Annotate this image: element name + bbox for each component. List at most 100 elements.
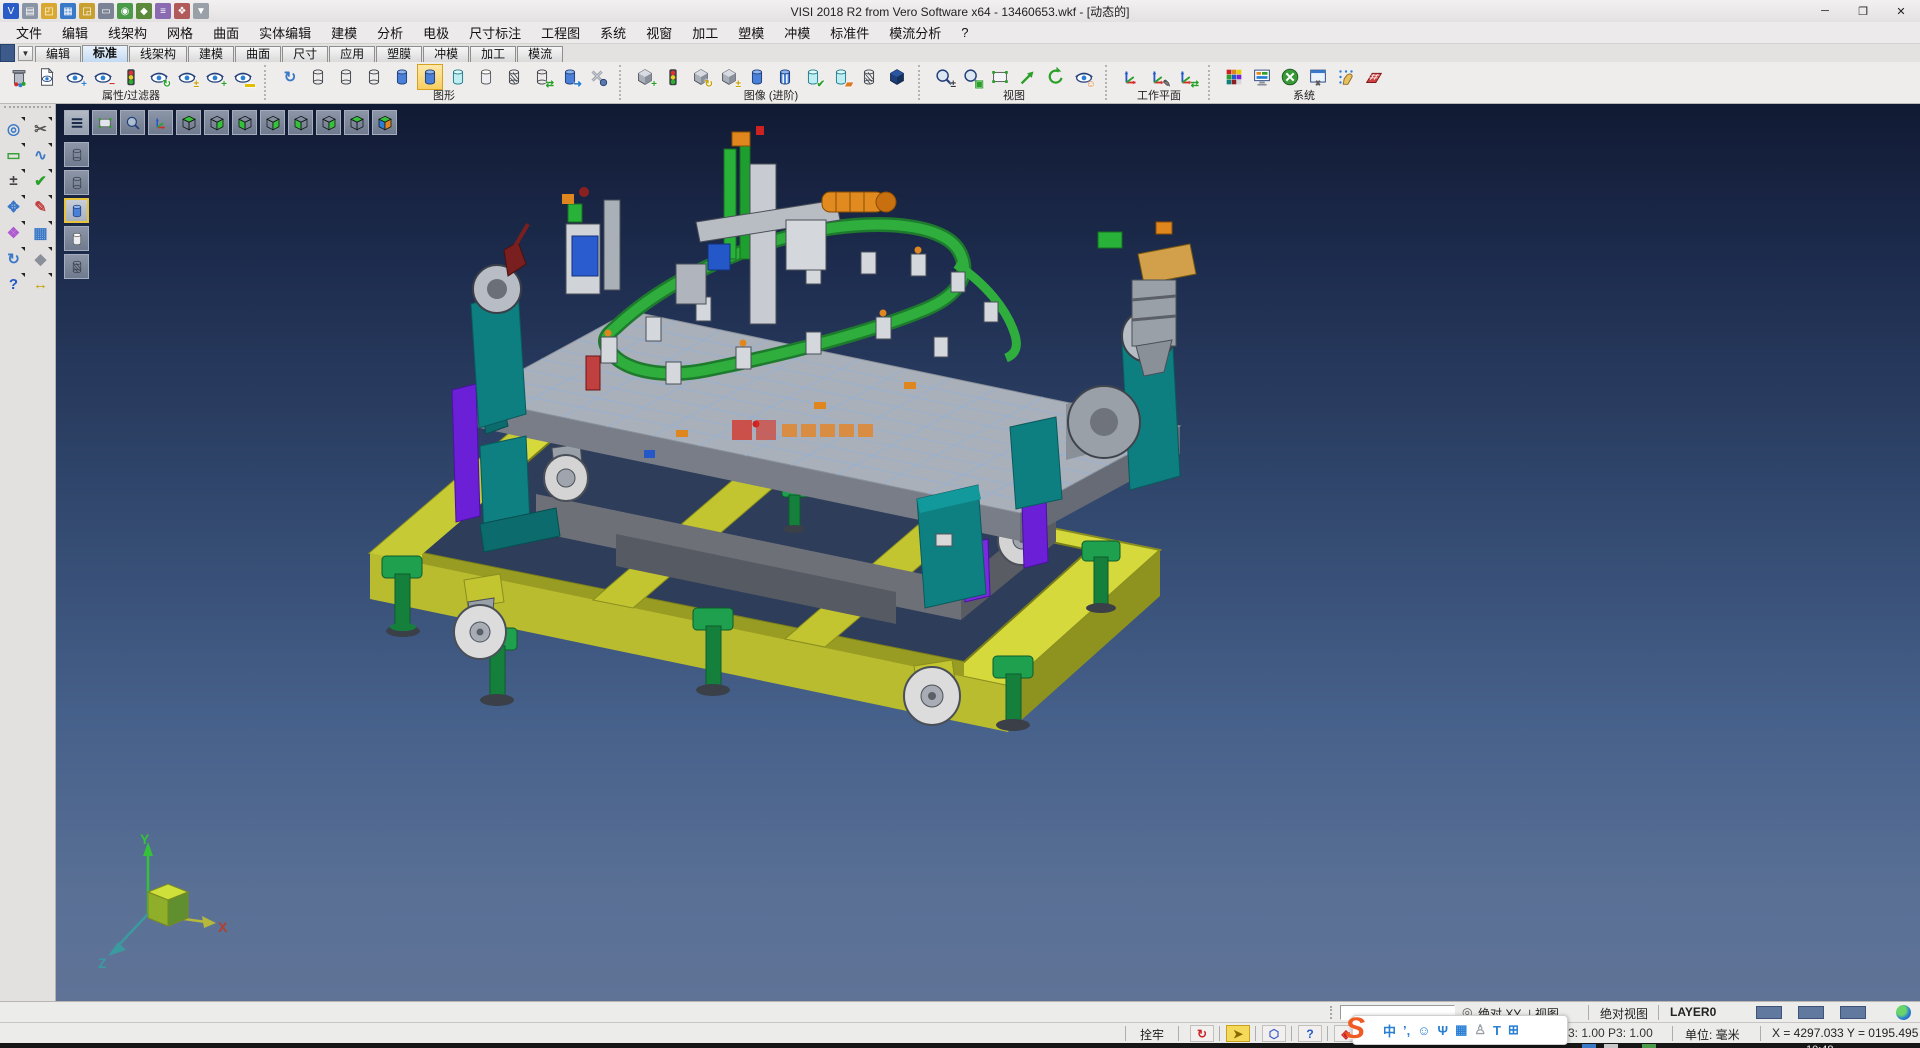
menu-模流分析[interactable]: 模流分析 xyxy=(879,21,951,44)
view-top-button[interactable] xyxy=(344,110,369,135)
minimize-button[interactable]: ─ xyxy=(1806,0,1844,22)
mode-hidden-line-button[interactable] xyxy=(64,170,89,195)
hide-entities-icon[interactable]: ▬ xyxy=(230,64,256,90)
snap-cursor-icon[interactable]: ➤ xyxy=(1226,1025,1250,1042)
mode-hatched-button[interactable] xyxy=(64,254,89,279)
tab-加工[interactable]: 加工 xyxy=(470,46,516,62)
flat-shaded-icon[interactable] xyxy=(473,64,499,90)
workplane-align-icon[interactable]: ⇄ xyxy=(1174,64,1200,90)
shaded-icon[interactable] xyxy=(389,64,415,90)
axes-view-button[interactable] xyxy=(148,110,173,135)
viewport-canvas[interactable]: Y X Z xyxy=(56,104,1920,1001)
maximize-button[interactable]: ❐ xyxy=(1844,0,1882,22)
view-mode-label[interactable]: 绝对视图 xyxy=(1600,1005,1648,1022)
menu-建模[interactable]: 建模 xyxy=(321,21,367,44)
snap-help-icon[interactable]: ? xyxy=(1298,1025,1322,1042)
menu-标准件[interactable]: 标准件 xyxy=(820,21,879,44)
taskbar-icon[interactable] xyxy=(1642,1044,1656,1048)
shade-traffic-icon[interactable] xyxy=(660,64,686,90)
grid-snap-icon[interactable] xyxy=(1333,64,1359,90)
confirm-check-icon[interactable]: ✔ xyxy=(28,168,53,193)
menu-电极[interactable]: 电极 xyxy=(413,21,459,44)
wireframe-icon[interactable] xyxy=(305,64,331,90)
display-monitor-icon[interactable] xyxy=(1249,64,1275,90)
tab-冲模[interactable]: 冲模 xyxy=(423,46,469,62)
snap-recycle-icon[interactable]: ↻ xyxy=(1190,1025,1214,1042)
regenerate-icon[interactable]: ↻ xyxy=(1,246,26,271)
open-folder-icon[interactable]: ◰ xyxy=(41,3,57,19)
view-menu-button[interactable] xyxy=(64,110,89,135)
menu-塑模[interactable]: 塑模 xyxy=(728,21,774,44)
tab-模流[interactable]: 模流 xyxy=(517,46,563,62)
delete-attributes-icon[interactable] xyxy=(6,64,32,90)
menu-实体编辑[interactable]: 实体编辑 xyxy=(249,21,321,44)
tab-标准[interactable]: 标准 xyxy=(82,45,128,62)
new-document-icon[interactable]: ▤ xyxy=(22,3,38,19)
mode-wireframe-button[interactable] xyxy=(64,142,89,167)
trim-cut-icon[interactable]: ✂ xyxy=(28,116,53,141)
color-swatch-2[interactable] xyxy=(1798,1006,1824,1019)
viewport-layout-icon[interactable]: ▦ xyxy=(28,220,53,245)
quick-wire-icon[interactable] xyxy=(361,64,387,90)
ime-toolbox-icon[interactable]: ⊞ xyxy=(1508,1022,1519,1038)
toolbar-grip[interactable] xyxy=(4,106,51,114)
pan-view-icon[interactable] xyxy=(1015,64,1041,90)
save-icon[interactable]: ▦ xyxy=(60,3,76,19)
view-front-button[interactable] xyxy=(316,110,341,135)
app-logo-icon[interactable]: V xyxy=(3,3,19,19)
ime-toolbar-popup[interactable]: S 中’,☺Ψ▦♙T⊞ xyxy=(1352,1015,1568,1045)
color-palette-icon[interactable] xyxy=(1221,64,1247,90)
color-swatch-1[interactable] xyxy=(1756,1006,1782,1019)
solid-blue-icon[interactable] xyxy=(744,64,770,90)
tab-编辑[interactable]: 编辑 xyxy=(35,46,81,62)
tab-尺寸[interactable]: 尺寸 xyxy=(282,46,328,62)
view-iso-button[interactable] xyxy=(176,110,201,135)
taskbar-icon[interactable] xyxy=(1604,1044,1618,1048)
mode-shaded-edges-button[interactable] xyxy=(64,226,89,251)
show-entities-icon[interactable]: + xyxy=(202,64,228,90)
snap-box-icon[interactable]: ⬡ xyxy=(1262,1025,1286,1042)
taskbar-icon[interactable] xyxy=(1582,1044,1596,1048)
flag-solid-icon[interactable]: ▰ xyxy=(828,64,854,90)
layer-label[interactable]: LAYER0 xyxy=(1670,1005,1716,1019)
view-back-button[interactable] xyxy=(232,110,257,135)
menu-尺寸标注[interactable]: 尺寸标注 xyxy=(459,21,531,44)
rotate-view-icon[interactable] xyxy=(1043,64,1069,90)
apply-display-icon[interactable]: ➜ xyxy=(557,64,583,90)
menu-加工[interactable]: 加工 xyxy=(682,21,728,44)
layers-icon[interactable]: ≡ xyxy=(155,3,171,19)
striped-solid-icon[interactable] xyxy=(772,64,798,90)
status-grip[interactable] xyxy=(1330,1006,1332,1019)
color-swatch-3[interactable] xyxy=(1840,1006,1866,1019)
help-icon[interactable]: ? xyxy=(1,272,26,297)
close-button[interactable]: ✕ xyxy=(1882,0,1920,22)
sketch-curve-icon[interactable]: ✎ xyxy=(28,194,53,219)
view-bottom-button[interactable] xyxy=(204,110,229,135)
filter-remove-icon[interactable]: − xyxy=(90,64,116,90)
zoom-orbit-icon[interactable]: ◎ xyxy=(1,116,26,141)
zoom-scale-icon[interactable]: ± xyxy=(1,168,26,193)
zoom-inout-icon[interactable]: ± xyxy=(931,64,957,90)
cube-icon[interactable]: ◆ xyxy=(136,3,152,19)
menu-文件[interactable]: 文件 xyxy=(6,21,52,44)
ime-apostrophe-icon[interactable]: ’, xyxy=(1403,1023,1410,1038)
workplane-set-icon[interactable] xyxy=(1118,64,1144,90)
ime-person-icon[interactable]: ♙ xyxy=(1474,1022,1486,1038)
menu-工程图[interactable]: 工程图 xyxy=(531,21,590,44)
menu-分析[interactable]: 分析 xyxy=(367,21,413,44)
import-icon[interactable]: ◲ xyxy=(79,3,95,19)
tab-线架构[interactable]: 线架构 xyxy=(129,46,187,62)
spline-edit-icon[interactable]: ∿ xyxy=(28,142,53,167)
dropdown-arrow[interactable]: ▼ xyxy=(193,3,209,19)
palette-icon[interactable]: ❖ xyxy=(174,3,190,19)
shade-refresh-icon[interactable]: ↻ xyxy=(688,64,714,90)
refresh-graphics-icon[interactable]: ↻ xyxy=(277,64,303,90)
menu-系统[interactable]: 系统 xyxy=(590,21,636,44)
ime-mic-icon[interactable]: Ψ xyxy=(1438,1023,1449,1038)
copy-attributes-icon[interactable] xyxy=(34,64,60,90)
navy-cube-icon[interactable] xyxy=(884,64,910,90)
tab-dropdown-button[interactable]: ▼ xyxy=(18,46,33,61)
tab-应用[interactable]: 应用 xyxy=(329,46,375,62)
validate-solid-icon[interactable]: ✔ xyxy=(800,64,826,90)
view-left-button[interactable] xyxy=(288,110,313,135)
